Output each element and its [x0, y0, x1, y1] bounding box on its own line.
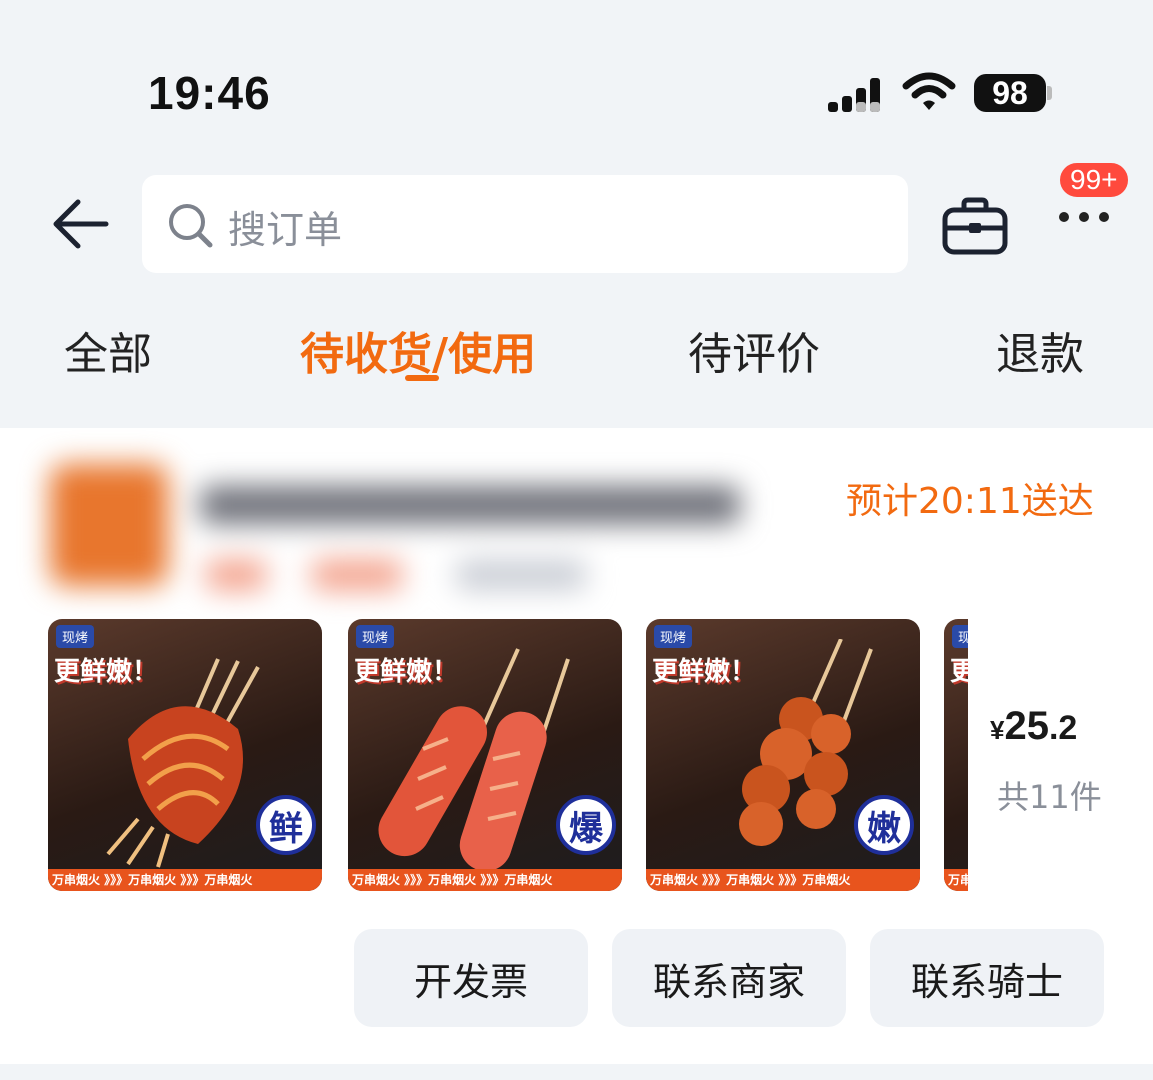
product-image[interactable]: 现烤 更鲜嫩！ 嫩 万串烟火 》》》万串烟火 》》》万串烟火: [646, 619, 920, 891]
product-image[interactable]: 现烤 更鲜嫩！ 鲜 万串烟火 》》》万串烟火 》》》万串烟火: [48, 619, 322, 891]
product-band: 万串烟火 》》》万串烟火 》》》万串烟火: [646, 869, 920, 891]
tab-refund[interactable]: 退款: [996, 318, 1084, 382]
search-icon: [169, 204, 213, 248]
briefcase-icon[interactable]: [940, 196, 1010, 258]
product-headline: 更鲜嫩！: [354, 657, 459, 687]
product-tag: 现烤: [952, 625, 968, 648]
product-headline: 更鲜嫩！: [652, 657, 757, 687]
product-stamp: 嫩: [854, 795, 914, 855]
product-headline: 更鲜嫩！: [54, 657, 159, 687]
search-placeholder: 搜订单: [228, 208, 343, 252]
price-decimal: .2: [1048, 709, 1078, 747]
product-headline: 更: [950, 657, 968, 687]
product-stamp: 鲜: [256, 795, 316, 855]
product-image-strip[interactable]: 现烤 更鲜嫩！ 鲜 万串烟火 》》》万串烟火 》》》万串烟火 现烤 更鲜嫩！ 爆…: [48, 619, 968, 891]
product-tag: 现烤: [56, 625, 95, 648]
price-integer: 25: [1004, 704, 1049, 748]
notification-badge: 99+: [1057, 160, 1131, 200]
active-tab-indicator: [405, 375, 439, 381]
contact-merchant-button[interactable]: 联系商家: [612, 929, 846, 1027]
invoice-button[interactable]: 开发票: [354, 929, 588, 1027]
battery-tip: [1047, 86, 1052, 100]
store-info-blurred: [50, 456, 830, 626]
delivery-eta: 预计20:11送达: [846, 481, 1094, 522]
product-band: 万串烟火 》》》万串烟火 》》》万串烟火: [348, 869, 622, 891]
more-button[interactable]: [1055, 200, 1115, 240]
tab-to-review[interactable]: 待评价: [688, 318, 820, 382]
wifi-icon: [902, 72, 956, 110]
more-icon: [1059, 212, 1109, 222]
product-band: 万串: [944, 869, 968, 891]
product-tag: 现烤: [654, 625, 693, 648]
order-price: ¥25.2: [990, 704, 1077, 749]
price-currency: ¥: [990, 715, 1005, 745]
order-card[interactable]: 预计20:11送达 现烤 更鲜嫩！ 鲜 万串烟火 》》》万串烟火 》》》万串烟火: [0, 428, 1153, 1064]
product-image[interactable]: 现烤 更鲜嫩！ 爆 万串烟火 》》》万串烟火 》》》万串烟火: [348, 619, 622, 891]
status-time: 19:46: [148, 67, 271, 119]
signal-icon: [828, 78, 880, 112]
product-image[interactable]: 现烤 更 万串: [944, 619, 968, 891]
product-tag: 现烤: [356, 625, 395, 648]
back-arrow-icon[interactable]: [48, 194, 112, 254]
product-band: 万串烟火 》》》万串烟火 》》》万串烟火: [48, 869, 322, 891]
battery-icon: 98: [974, 74, 1046, 112]
search-input[interactable]: 搜订单: [142, 175, 908, 273]
product-stamp: 爆: [556, 795, 616, 855]
tab-pending-receipt[interactable]: 待收货/使用: [300, 318, 536, 382]
item-count: 共11件: [997, 778, 1102, 816]
tab-all[interactable]: 全部: [64, 318, 152, 382]
contact-rider-button[interactable]: 联系骑士: [870, 929, 1104, 1027]
battery-level: 98: [992, 74, 1028, 111]
